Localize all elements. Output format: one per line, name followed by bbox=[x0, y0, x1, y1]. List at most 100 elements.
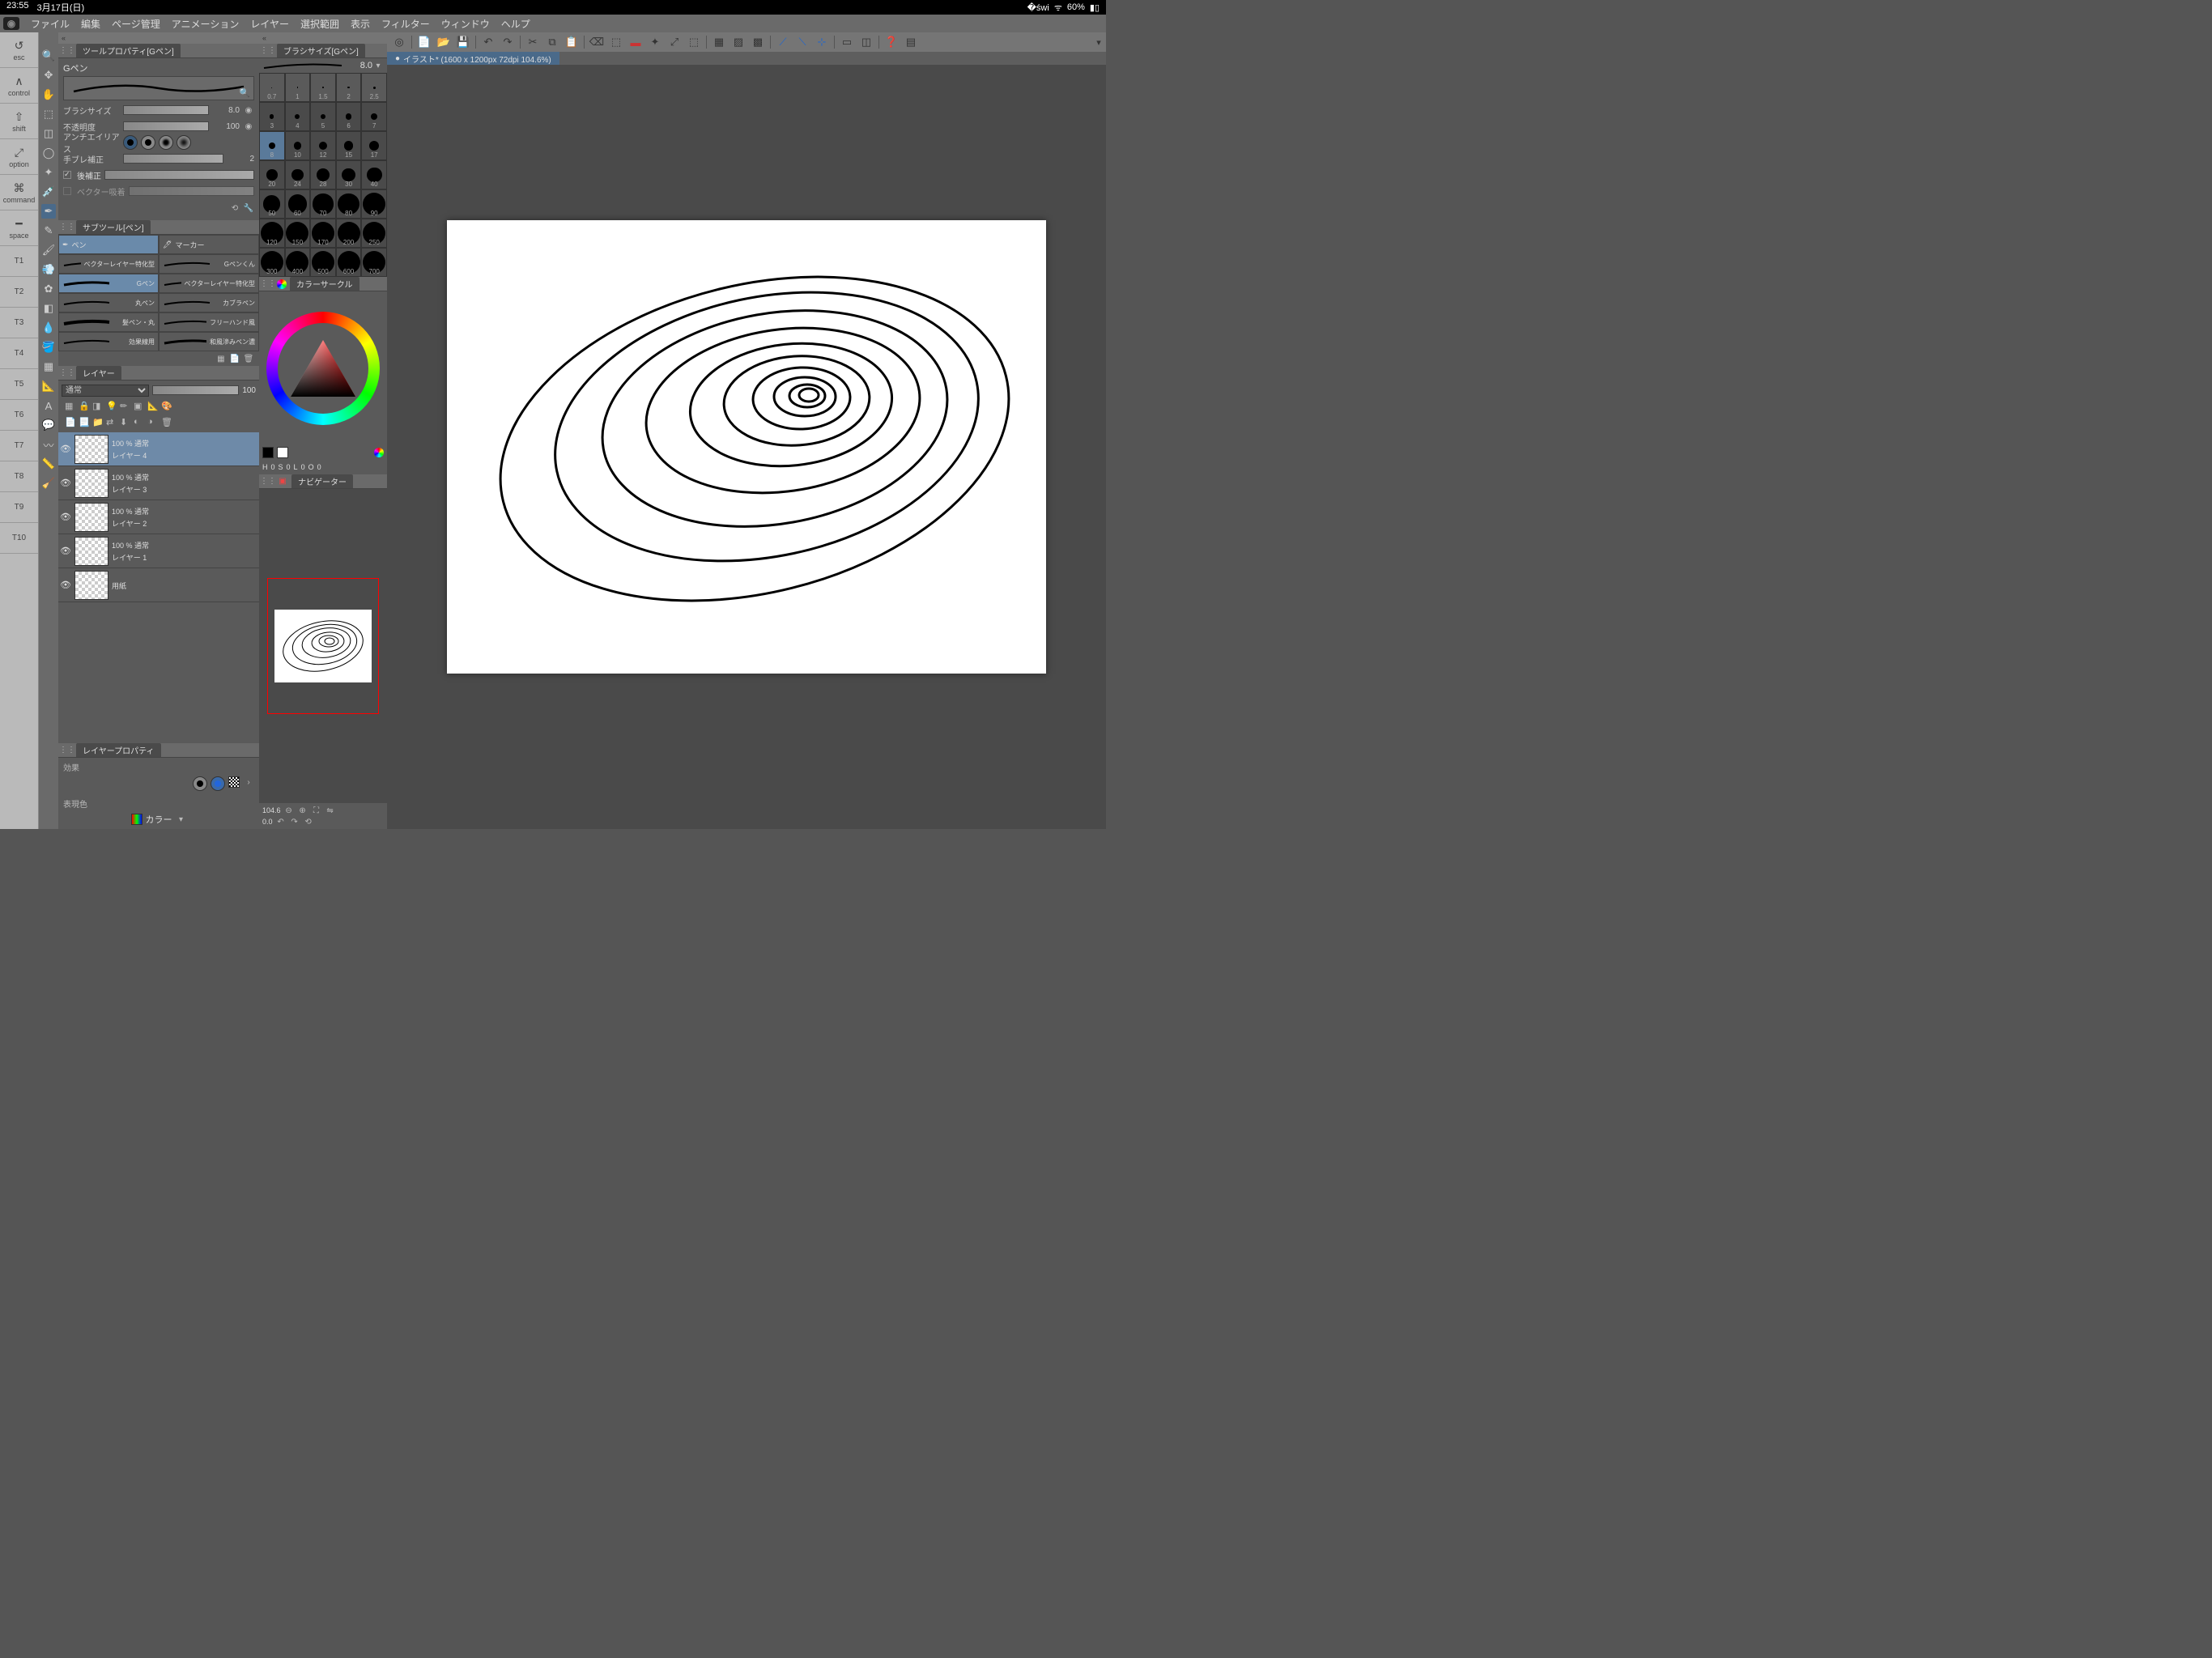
brush-size-cell[interactable]: 70 bbox=[310, 189, 336, 219]
menu-animation[interactable]: アニメーション bbox=[172, 17, 240, 31]
subtool-menu-icon[interactable]: ▦ bbox=[215, 353, 227, 364]
magnify-icon[interactable]: 🔍 bbox=[239, 87, 250, 98]
visibility-icon[interactable]: 👁 bbox=[60, 546, 71, 556]
tool-fill-icon[interactable]: 🪣 bbox=[41, 340, 56, 355]
cmd-copy-icon[interactable]: ⧉ bbox=[543, 34, 561, 50]
edge-t4[interactable]: T4 bbox=[0, 338, 38, 369]
cmd-crop-icon[interactable]: ⬚ bbox=[685, 34, 703, 50]
edge-command[interactable]: ⌘command bbox=[0, 175, 38, 210]
menu-page[interactable]: ページ管理 bbox=[112, 17, 160, 31]
brush-size-cell[interactable]: 170 bbox=[310, 219, 336, 248]
mask-apply-icon[interactable]: ◑ bbox=[147, 417, 159, 428]
new-folder-icon[interactable]: 📁 bbox=[92, 417, 104, 428]
lock-icon[interactable]: 🔒 bbox=[79, 401, 90, 412]
chevron-down-icon[interactable]: ▾ bbox=[176, 814, 187, 825]
cmd-delete-icon[interactable]: ⌫ bbox=[588, 34, 606, 50]
tone-effect-icon[interactable] bbox=[211, 776, 225, 791]
edge-control[interactable]: ∧control bbox=[0, 68, 38, 104]
fit-icon[interactable]: ⛶ bbox=[311, 805, 322, 816]
clip-icon[interactable]: ◨ bbox=[92, 401, 104, 412]
brush-size-cell[interactable]: 300 bbox=[259, 248, 285, 277]
subtool-tab[interactable]: ⋮⋮ サブツール[ペン] bbox=[58, 220, 259, 235]
brush-size-cell[interactable]: 60 bbox=[285, 189, 311, 219]
edge-t2[interactable]: T2 bbox=[0, 277, 38, 308]
brush-size-cell[interactable]: 24 bbox=[285, 160, 311, 189]
tool-eraser-icon[interactable]: ◧ bbox=[41, 301, 56, 316]
brush-size-cell[interactable]: 3 bbox=[259, 102, 285, 131]
edge-t6[interactable]: T6 bbox=[0, 400, 38, 431]
canvas-viewport[interactable] bbox=[387, 65, 1106, 829]
tool-hand-icon[interactable]: ✋ bbox=[41, 87, 56, 102]
cmd-window-icon[interactable]: ▭ bbox=[838, 34, 856, 50]
aa-none[interactable] bbox=[123, 135, 138, 150]
edge-t7[interactable]: T7 bbox=[0, 431, 38, 461]
layer-property-tab[interactable]: ⋮⋮ レイヤープロパティ bbox=[58, 743, 259, 758]
chevron-right-icon[interactable]: › bbox=[243, 776, 254, 788]
cmd-layout-icon[interactable]: ◫ bbox=[857, 34, 875, 50]
chevron-down-icon[interactable]: ▾ bbox=[372, 60, 384, 71]
new-vector-icon[interactable]: 📃 bbox=[79, 417, 90, 428]
cmd-undo-icon[interactable]: ↶ bbox=[479, 34, 497, 50]
ruler-icon[interactable]: 📐 bbox=[147, 401, 159, 412]
cmd-paste-icon[interactable]: 📋 bbox=[563, 34, 581, 50]
tool-operation-icon[interactable]: ⬚ bbox=[41, 107, 56, 121]
tool-pen-icon[interactable]: ✒ bbox=[41, 204, 56, 219]
navigator-viewport[interactable] bbox=[267, 578, 379, 714]
subtool-item[interactable]: ベクターレイヤー特化型 bbox=[58, 254, 159, 274]
brush-size-tab[interactable]: ⋮⋮ ブラシサイズ[Gペン] bbox=[259, 44, 387, 58]
cmd-snap-ruler-icon[interactable]: ⟋ bbox=[774, 34, 792, 50]
tool-wand-icon[interactable]: ✦ bbox=[41, 165, 56, 180]
cmd-help-icon[interactable]: ❓ bbox=[883, 34, 900, 50]
cmd-ruler-icon[interactable]: ▨ bbox=[730, 34, 747, 50]
mask-icon[interactable]: ▣ bbox=[134, 401, 145, 412]
menu-file[interactable]: ファイル bbox=[31, 17, 70, 31]
tool-brush-icon[interactable]: 🖌 bbox=[41, 243, 56, 257]
tool-gradient-icon[interactable]: ▦ bbox=[41, 359, 56, 374]
cmd-assets-icon[interactable]: ▤ bbox=[902, 34, 920, 50]
collapse-bar[interactable]: « bbox=[58, 32, 259, 44]
tool-correct-icon[interactable]: 〰 bbox=[41, 437, 56, 452]
subtool-item[interactable]: Gペンくん bbox=[159, 254, 259, 274]
post-correct-slider[interactable] bbox=[104, 170, 254, 180]
draft-icon[interactable]: ✏ bbox=[120, 401, 131, 412]
layer-row[interactable]: 👁 100 % 通常レイヤー 4 bbox=[58, 432, 259, 466]
visibility-icon[interactable]: 👁 bbox=[60, 512, 71, 522]
tool-balloon-icon[interactable]: 💬 bbox=[41, 418, 56, 432]
brush-size-cell[interactable]: 1.5 bbox=[310, 73, 336, 102]
post-correct-checkbox[interactable] bbox=[63, 171, 71, 179]
cmd-overflow-icon[interactable]: ▾ bbox=[1091, 32, 1106, 52]
cmd-scale-icon[interactable]: ⤢ bbox=[666, 34, 683, 50]
subtool-group-pen[interactable]: ✒ペン bbox=[58, 235, 159, 254]
cmd-open-icon[interactable]: 📂 bbox=[435, 34, 453, 50]
menu-layer[interactable]: レイヤー bbox=[250, 17, 289, 31]
cmd-cut-icon[interactable]: ✂ bbox=[524, 34, 542, 50]
color-wheel-small-icon[interactable] bbox=[374, 448, 384, 457]
layer-opacity-slider[interactable] bbox=[152, 385, 240, 395]
cmd-snap-grid-icon[interactable]: ⊹ bbox=[813, 34, 831, 50]
canvas-page[interactable] bbox=[447, 220, 1046, 674]
brush-size-cell[interactable]: 15 bbox=[336, 131, 362, 160]
brush-size-cell[interactable]: 1 bbox=[285, 73, 311, 102]
brush-size-cell[interactable]: 80 bbox=[336, 189, 362, 219]
cmd-redo-icon[interactable]: ↷ bbox=[499, 34, 517, 50]
prop-stabilization[interactable]: 手ブレ補正 2 bbox=[63, 151, 254, 167]
brush-size-cell[interactable]: 12 bbox=[310, 131, 336, 160]
brush-size-slider[interactable] bbox=[123, 105, 209, 115]
brush-size-cell[interactable]: 2 bbox=[336, 73, 362, 102]
brush-size-cell[interactable]: 28 bbox=[310, 160, 336, 189]
brush-size-cell[interactable]: 7 bbox=[361, 102, 387, 131]
bg-color-swatch[interactable] bbox=[277, 447, 288, 458]
navigator-tab[interactable]: ⋮⋮ ▣ ナビゲーター bbox=[259, 474, 387, 489]
tool-blend-icon[interactable]: 💧 bbox=[41, 321, 56, 335]
rotate-reset-icon[interactable]: ⟲ bbox=[303, 816, 314, 827]
aa-mid[interactable] bbox=[159, 135, 173, 150]
brush-size-cell[interactable]: 150 bbox=[285, 219, 311, 248]
cmd-fill-icon[interactable]: ▬ bbox=[627, 34, 644, 50]
ref-icon[interactable]: 💡 bbox=[106, 401, 117, 412]
tool-figure-icon[interactable]: 📐 bbox=[41, 379, 56, 393]
menu-help[interactable]: ヘルプ bbox=[501, 17, 530, 31]
brush-size-cell[interactable]: 5 bbox=[310, 102, 336, 131]
brush-size-cell[interactable]: 20 bbox=[259, 160, 285, 189]
prop-brush-size[interactable]: ブラシサイズ 8.0 ◉ bbox=[63, 102, 254, 118]
color-circle-panel[interactable] bbox=[259, 291, 387, 445]
